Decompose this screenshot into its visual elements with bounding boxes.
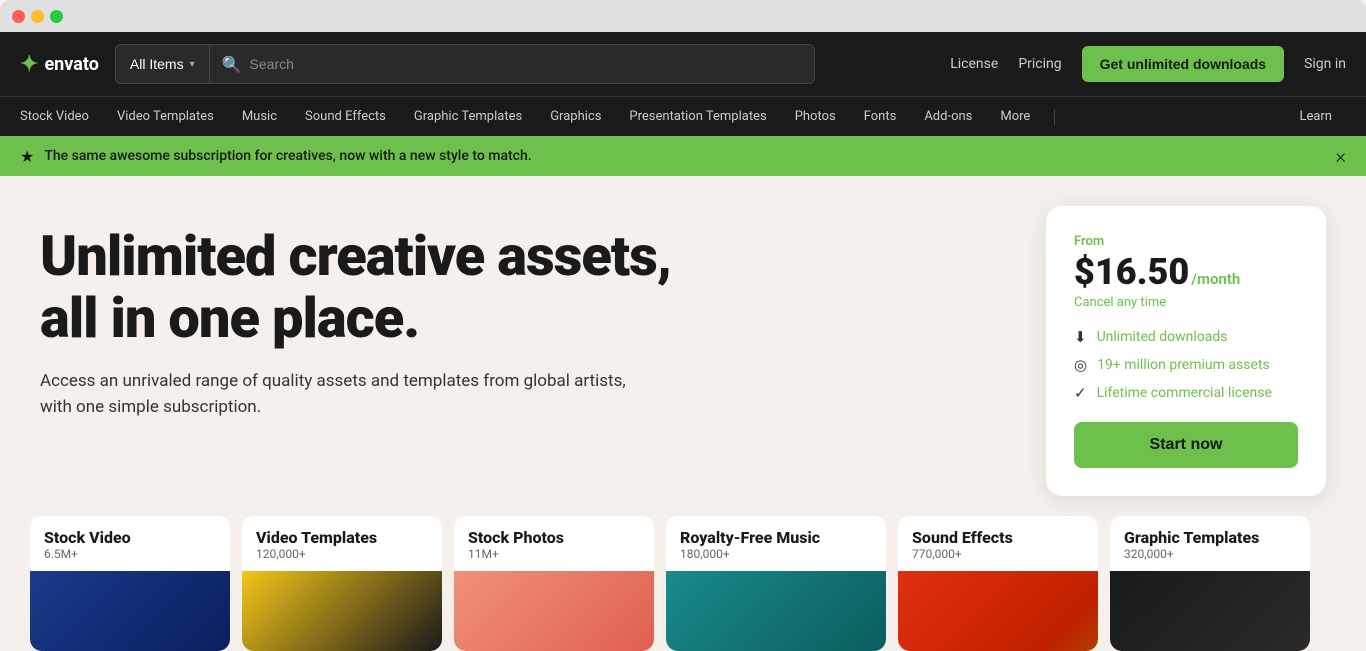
banner-star-icon: ★ <box>20 147 34 166</box>
all-items-dropdown[interactable]: All Items ▾ <box>116 45 210 83</box>
nav-video-templates[interactable]: Video Templates <box>103 109 228 124</box>
all-items-label: All Items <box>130 56 184 72</box>
pricing-link[interactable]: Pricing <box>1018 56 1061 72</box>
hero-title-line2: all in one place. <box>40 285 419 351</box>
hero-subtitle: Access an unrivaled range of quality ass… <box>40 369 740 420</box>
nav-more[interactable]: More <box>986 109 1044 124</box>
nav-stock-video[interactable]: Stock Video <box>20 109 103 124</box>
hero-title: Unlimited creative assets, all in one pl… <box>40 226 740 349</box>
promo-banner: ★ The same awesome subscription for crea… <box>0 136 1366 176</box>
category-cards-section: Stock Video 6.5M+ Video Templates 120,00… <box>0 496 1366 651</box>
window-minimize-dot[interactable] <box>31 10 44 23</box>
logo-icon: ✦ <box>20 52 38 77</box>
nav-sound-effects[interactable]: Sound Effects <box>291 109 400 124</box>
license-icon: ✓ <box>1074 384 1087 402</box>
learn-link[interactable]: Learn <box>1285 109 1346 124</box>
card-title-video-templates: Video Templates <box>256 528 428 547</box>
from-label: From <box>1074 234 1298 249</box>
assets-icon: ◎ <box>1074 356 1087 374</box>
feature-text-1: Unlimited downloads <box>1097 329 1228 345</box>
search-input[interactable] <box>250 56 802 72</box>
card-image-stock-video <box>30 571 230 651</box>
card-title-graphic-templates: Graphic Templates <box>1124 528 1296 547</box>
card-count-stock-photos: 11M+ <box>468 547 640 561</box>
card-title-royalty-music: Royalty-Free Music <box>680 528 872 547</box>
feature-text-2: 19+ million premium assets <box>1097 357 1270 373</box>
card-count-sound-effects: 770,000+ <box>912 547 1084 561</box>
license-link[interactable]: License <box>950 56 998 72</box>
nav-fonts[interactable]: Fonts <box>850 109 911 124</box>
price-amount: $16.50 <box>1074 251 1189 293</box>
search-container: All Items ▾ 🔍 <box>115 44 815 84</box>
hero-title-line1: Unlimited creative assets, <box>40 223 671 289</box>
card-image-video-templates <box>242 571 442 651</box>
window-maximize-dot[interactable] <box>50 10 63 23</box>
download-icon: ⬇ <box>1074 328 1087 346</box>
cancel-text: Cancel any time <box>1074 295 1298 310</box>
hero-section: Unlimited creative assets, all in one pl… <box>0 176 1366 496</box>
get-unlimited-button[interactable]: Get unlimited downloads <box>1082 46 1284 82</box>
logo-text: envato <box>44 54 98 75</box>
card-image-sound-effects <box>898 571 1098 651</box>
pricing-card: From $16.50 /month Cancel any time ⬇ Unl… <box>1046 206 1326 496</box>
banner-text: The same awesome subscription for creati… <box>44 148 1335 164</box>
nav-right: License Pricing Get unlimited downloads … <box>950 46 1346 82</box>
logo[interactable]: ✦ envato <box>20 52 99 77</box>
secondary-navbar: Stock Video Video Templates Music Sound … <box>0 96 1366 136</box>
window-close-dot[interactable] <box>12 10 25 23</box>
start-now-button[interactable]: Start now <box>1074 422 1298 468</box>
nav-photos[interactable]: Photos <box>781 109 850 124</box>
feature-commercial-license: ✓ Lifetime commercial license <box>1074 384 1298 402</box>
card-count-video-templates: 120,000+ <box>256 547 428 561</box>
main-navbar: ✦ envato All Items ▾ 🔍 License Pricing G… <box>0 32 1366 96</box>
hero-text: Unlimited creative assets, all in one pl… <box>40 226 740 420</box>
nav-addons[interactable]: Add-ons <box>910 109 986 124</box>
card-image-graphic-templates <box>1110 571 1310 651</box>
card-image-royalty-music <box>666 571 886 651</box>
sign-in-link[interactable]: Sign in <box>1304 56 1346 72</box>
feature-premium-assets: ◎ 19+ million premium assets <box>1074 356 1298 374</box>
card-title-stock-video: Stock Video <box>44 528 216 547</box>
nav-music[interactable]: Music <box>228 109 291 124</box>
features-list: ⬇ Unlimited downloads ◎ 19+ million prem… <box>1074 328 1298 402</box>
nav-graphic-templates[interactable]: Graphic Templates <box>400 109 536 124</box>
price-period: /month <box>1191 270 1240 288</box>
card-count-stock-video: 6.5M+ <box>44 547 216 561</box>
card-count-graphic-templates: 320,000+ <box>1124 547 1296 561</box>
window-chrome <box>0 0 1366 32</box>
card-title-stock-photos: Stock Photos <box>468 528 640 547</box>
price-row: $16.50 /month <box>1074 251 1298 293</box>
card-count-royalty-music: 180,000+ <box>680 547 872 561</box>
nav-presentation-templates[interactable]: Presentation Templates <box>615 109 780 124</box>
banner-close-button[interactable]: × <box>1336 144 1346 168</box>
feature-unlimited-downloads: ⬇ Unlimited downloads <box>1074 328 1298 346</box>
card-title-sound-effects: Sound Effects <box>912 528 1084 547</box>
nav-divider <box>1054 109 1055 125</box>
chevron-down-icon: ▾ <box>190 59 195 70</box>
feature-text-3: Lifetime commercial license <box>1097 385 1272 401</box>
nav-graphics[interactable]: Graphics <box>536 109 615 124</box>
card-image-stock-photos <box>454 571 654 651</box>
search-icon: 🔍 <box>222 55 242 74</box>
search-input-wrap: 🔍 <box>210 45 814 83</box>
